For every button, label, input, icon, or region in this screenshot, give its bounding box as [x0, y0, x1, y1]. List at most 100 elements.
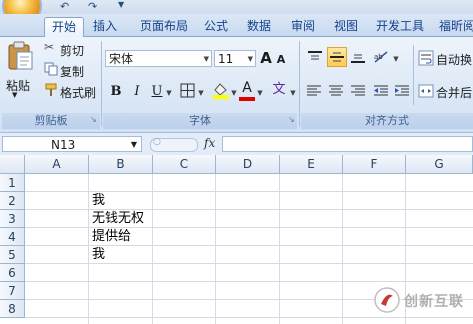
tab-data[interactable]: 数据 [243, 17, 275, 36]
tab-review[interactable]: 审阅 [287, 17, 319, 36]
paste-button[interactable]: 粘贴 [6, 77, 30, 94]
font-group-label: 字体 [103, 113, 297, 129]
tab-developer[interactable]: 开发工具 [372, 17, 428, 36]
column-header-f[interactable]: F [343, 155, 406, 174]
borders-icon[interactable] [180, 83, 196, 99]
font-color-button[interactable]: A [240, 79, 254, 97]
redo-icon[interactable]: ↷ [88, 0, 97, 13]
row-header-8[interactable]: 8 [0, 300, 25, 318]
gridline [342, 174, 343, 324]
shrink-font-button[interactable]: A [274, 51, 288, 69]
cut-button[interactable]: 剪切 [60, 42, 84, 59]
group-divider [101, 41, 102, 127]
select-all-corner[interactable] [0, 155, 25, 174]
row-header-6[interactable]: 6 [0, 264, 25, 282]
column-header-d[interactable]: D [216, 155, 280, 174]
column-header-c[interactable]: C [153, 155, 216, 174]
insert-function-icon[interactable]: fx [204, 136, 215, 150]
align-center-icon[interactable] [327, 83, 345, 99]
gridline [25, 281, 473, 282]
row-header-4[interactable]: 4 [0, 228, 25, 246]
ribbon-tabs: 开始 插入 页面布局 公式 数据 审阅 视图 开发工具 福昕阅 [0, 14, 473, 37]
column-header-g[interactable]: G [406, 155, 473, 174]
phonetic-button[interactable]: 文 [270, 81, 288, 99]
row-header-5[interactable]: 5 [0, 246, 25, 264]
italic-button[interactable]: I [130, 83, 144, 101]
copy-icon[interactable] [44, 62, 58, 76]
tab-home[interactable]: 开始 [44, 17, 84, 37]
quick-access-toolbar: ↶ ↷ ▼ [0, 0, 473, 24]
cell-b2[interactable]: 我 [92, 192, 105, 210]
orientation-icon[interactable]: ab [372, 49, 392, 65]
increase-indent-icon[interactable] [393, 83, 411, 99]
ribbon: 粘贴 ▼ ✂ 剪切 复制 格式刷 剪贴板 ↘ 宋体 ▼ 11 ▼ A A B I… [0, 37, 473, 132]
cell-b4[interactable]: 提供给 [92, 228, 131, 246]
cell-b3[interactable]: 无钱无权 [92, 210, 144, 228]
borders-dropdown-icon[interactable]: ▼ [197, 84, 205, 102]
customize-qa-icon[interactable]: ▼ [118, 0, 124, 12]
align-top-icon[interactable] [306, 49, 324, 65]
gridline [88, 174, 89, 324]
column-header-b[interactable]: B [89, 155, 153, 174]
tab-foxit[interactable]: 福昕阅 [437, 17, 473, 36]
copy-button[interactable]: 复制 [60, 63, 84, 80]
gridline [215, 174, 216, 324]
row-header-2[interactable]: 2 [0, 192, 25, 210]
name-box[interactable]: N13 ▼ [2, 136, 142, 152]
scissors-icon[interactable]: ✂ [44, 40, 54, 54]
decrease-indent-icon[interactable] [372, 83, 390, 99]
row-header-3[interactable]: 3 [0, 210, 25, 228]
chevron-down-icon: ▼ [130, 140, 137, 149]
merge-center-button[interactable]: 合并后 [436, 84, 472, 101]
grow-font-button[interactable]: A [258, 49, 274, 67]
formula-bar-slider[interactable]: ○ [150, 137, 198, 152]
row-header-7[interactable]: 7 [0, 282, 25, 300]
align-middle-button[interactable] [327, 47, 347, 67]
font-launcher-icon[interactable]: ↘ [288, 116, 296, 124]
format-painter-icon[interactable] [44, 83, 58, 97]
format-painter-button[interactable]: 格式刷 [60, 84, 96, 101]
clipboard-launcher-icon[interactable]: ↘ [90, 116, 98, 124]
font-size-select[interactable]: 11 ▼ [214, 50, 256, 67]
chevron-down-icon: ▼ [247, 55, 253, 63]
font-color-bar [239, 97, 255, 101]
fill-color-dropdown-icon[interactable]: ▼ [230, 84, 238, 102]
tab-insert[interactable]: 插入 [88, 17, 122, 36]
font-name-value: 宋体 [109, 52, 134, 66]
group-divider [413, 45, 414, 105]
circle-icon: ○ [153, 137, 161, 147]
tab-view[interactable]: 视图 [330, 17, 362, 36]
column-header-e[interactable]: E [280, 155, 343, 174]
wrap-text-button[interactable]: 自动换 [436, 51, 472, 68]
align-middle-icon [330, 52, 344, 62]
underline-button[interactable]: U [150, 83, 164, 101]
gridline [152, 174, 153, 324]
group-divider [299, 41, 300, 127]
paste-icon[interactable] [6, 41, 34, 71]
gridline [279, 174, 280, 324]
merge-center-icon[interactable] [418, 83, 434, 99]
font-color-dropdown-icon[interactable]: ▼ [256, 84, 264, 102]
orientation-dropdown-icon[interactable]: ▼ [392, 50, 400, 68]
tab-page-layout[interactable]: 页面布局 [134, 17, 194, 36]
align-left-icon[interactable] [305, 83, 323, 99]
cell-b5[interactable]: 我 [92, 246, 105, 264]
row-header-1[interactable]: 1 [0, 174, 25, 192]
formula-input[interactable] [222, 136, 473, 152]
wrap-text-icon[interactable] [418, 50, 434, 66]
bold-button[interactable]: B [108, 83, 124, 101]
tab-formulas[interactable]: 公式 [200, 17, 232, 36]
align-right-icon[interactable] [349, 83, 367, 99]
watermark-logo-icon [374, 287, 400, 313]
underline-dropdown-icon[interactable]: ▼ [165, 84, 173, 102]
alignment-group-label: 对齐方式 [301, 113, 473, 129]
clipboard-group-label: 剪贴板 [2, 113, 100, 129]
paste-dropdown-icon[interactable]: ▼ [12, 91, 17, 99]
phonetic-dropdown-icon[interactable]: ▼ [289, 84, 297, 102]
fill-color-icon[interactable] [212, 81, 230, 99]
font-name-select[interactable]: 宋体 ▼ [105, 50, 212, 67]
undo-icon[interactable]: ↶ [60, 0, 69, 13]
watermark-text: 创新互联 [404, 294, 464, 310]
align-bottom-icon[interactable] [349, 49, 367, 65]
column-header-a[interactable]: A [25, 155, 89, 174]
